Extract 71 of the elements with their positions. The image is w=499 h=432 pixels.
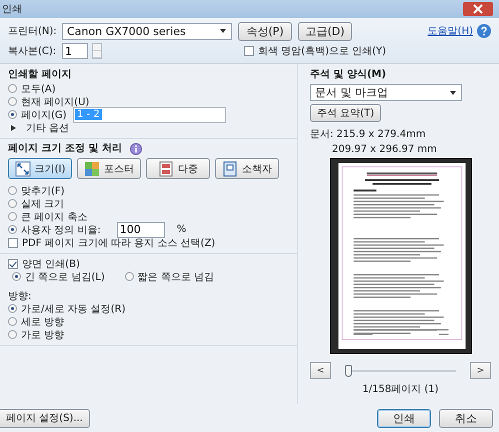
close-icon[interactable] — [463, 2, 493, 16]
dialog-button[interactable]: 인쇄 — [377, 408, 431, 428]
printer-label: 프린터(N): — [8, 25, 58, 38]
copies-label: 복사본(C): — [8, 45, 58, 58]
multiple-pages-icon — [158, 160, 174, 176]
option-label: 현재 페이지(U) — [21, 96, 90, 108]
dialog-button[interactable]: 속성(P) — [238, 22, 292, 40]
option-label: 사용자 정의 비율: — [21, 224, 101, 236]
more-options-label[interactable]: 기타 옵션 — [26, 120, 70, 134]
checkbox[interactable] — [8, 258, 18, 268]
window-title: 인쇄 — [2, 3, 22, 16]
page-setup-button[interactable]: 페이지 설정(S)... — [0, 408, 90, 428]
previous-page-button[interactable]: < — [310, 362, 331, 379]
checkbox[interactable] — [244, 46, 254, 56]
option-label: 가로 방향 — [21, 328, 64, 342]
section-title: 페이지 크기 조정 및 처리 — [8, 142, 122, 156]
tiled-pages-icon — [84, 160, 100, 176]
booklet-icon — [222, 160, 238, 176]
radio-button[interactable] — [124, 272, 134, 281]
radio-button[interactable] — [8, 330, 17, 339]
page-count: 1/158페이지 (1) — [361, 383, 440, 396]
radio-button[interactable] — [8, 97, 17, 106]
grayscale-label: 회색 명암(흑백)으로 인쇄(Y) — [258, 45, 386, 58]
radio-button[interactable] — [8, 225, 17, 234]
caret-icon — [450, 90, 456, 94]
mode-tab[interactable]: 소책자 — [215, 158, 279, 179]
dialog-button[interactable]: 취소 — [439, 408, 493, 428]
checkbox[interactable] — [8, 238, 18, 248]
radio-button[interactable] — [8, 212, 17, 221]
option-label: 가로/세로 자동 설정(R) — [21, 302, 126, 316]
document-size: 문서: 215.9 x 279.4mm — [310, 128, 427, 141]
option-label: 세로 방향 — [21, 316, 64, 328]
summarize-button[interactable]: 주석 요약(T) — [310, 104, 382, 122]
comments-dropdown[interactable]: 문서 및 마크업 — [310, 84, 462, 101]
expand-icon[interactable] — [11, 124, 16, 130]
section-title: 주석 및 양식(M) — [310, 68, 388, 82]
radio-button[interactable] — [8, 110, 17, 119]
slider-thumb[interactable] — [345, 364, 352, 376]
section-title: 인쇄할 페이지 — [8, 68, 72, 82]
checkbox-label: 양면 인쇄(B) — [22, 258, 80, 270]
option-label: 짧은 쪽으로 넘김 — [138, 270, 214, 284]
copies-field[interactable]: 1 — [62, 43, 88, 59]
option-label: 페이지(G) — [21, 108, 68, 122]
mode-tab[interactable]: 크기(I) — [8, 158, 72, 179]
mode-tab[interactable]: 다중 — [146, 158, 210, 179]
printer-dropdown[interactable]: Canon GX7000 series — [62, 22, 232, 40]
help-icon[interactable] — [477, 24, 491, 38]
option-label: 큰 페이지 축소 — [21, 210, 88, 224]
option-label: 긴 쪽으로 넘김(L) — [25, 270, 105, 284]
radio-button[interactable] — [8, 186, 17, 195]
resize-arrows-icon — [14, 160, 31, 176]
info-icon[interactable] — [130, 143, 142, 155]
scale-field[interactable]: 100 — [116, 222, 165, 238]
unit-label: % — [176, 224, 186, 235]
caret-icon — [220, 29, 226, 33]
paper-size: 209.97 x 296.97 mm — [332, 144, 438, 155]
option-label: 모두(A) — [21, 82, 56, 96]
help-link[interactable]: 도움말(H) — [428, 24, 473, 38]
checkbox-label: PDF 페이지 크기에 따라 용지 소스 선택(Z) — [22, 236, 216, 250]
option-label: 맞추기(F) — [21, 184, 65, 198]
mode-tab[interactable]: 포스터 — [77, 158, 141, 179]
radio-button[interactable] — [8, 317, 17, 326]
dialog-button[interactable]: 고급(D) — [298, 22, 352, 40]
radio-button[interactable] — [8, 304, 17, 313]
radio-button[interactable] — [8, 199, 17, 208]
next-page-button[interactable]: > — [470, 362, 491, 379]
section-label: 방향: — [8, 290, 32, 302]
option-label: 실제 크기 — [21, 198, 64, 210]
radio-button[interactable] — [8, 84, 17, 93]
radio-button[interactable] — [12, 272, 21, 281]
spinner-icon[interactable] — [92, 43, 102, 59]
